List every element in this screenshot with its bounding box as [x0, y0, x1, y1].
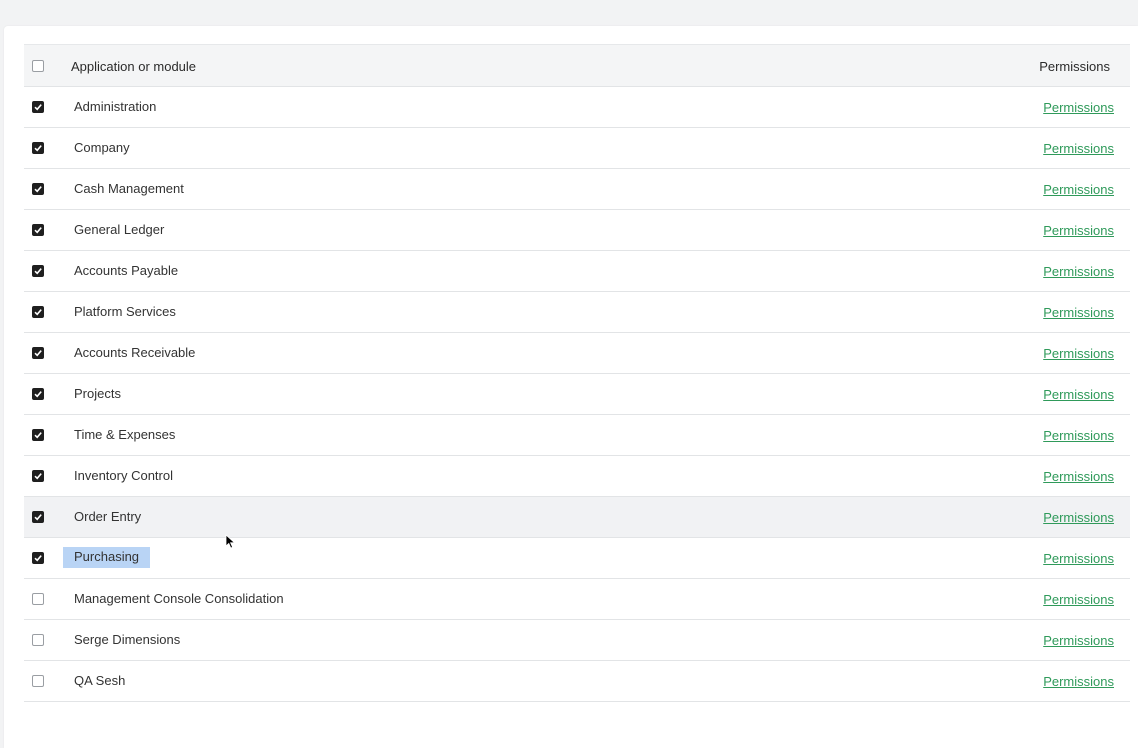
select-all-checkbox[interactable] — [32, 60, 44, 72]
permissions-link[interactable]: Permissions — [1043, 428, 1114, 443]
module-name: Inventory Control — [74, 468, 173, 483]
row-checkbox[interactable] — [32, 634, 44, 646]
table-row: Administration Permissions — [24, 87, 1130, 128]
row-checkbox[interactable] — [32, 347, 44, 359]
row-checkbox[interactable] — [32, 224, 44, 236]
row-checkbox[interactable] — [32, 142, 44, 154]
permissions-link[interactable]: Permissions — [1043, 346, 1114, 361]
row-checkbox[interactable] — [32, 429, 44, 441]
table-row: Cash Management Permissions — [24, 169, 1130, 210]
row-checkbox[interactable] — [32, 470, 44, 482]
mouse-cursor-icon — [225, 534, 236, 549]
module-name: Time & Expenses — [74, 427, 176, 442]
permissions-link[interactable]: Permissions — [1043, 633, 1114, 648]
module-name: Order Entry — [74, 509, 142, 524]
module-name: Accounts Receivable — [74, 345, 196, 360]
permissions-link[interactable]: Permissions — [1043, 223, 1114, 238]
row-checkbox[interactable] — [32, 183, 44, 195]
permissions-link[interactable]: Permissions — [1043, 387, 1114, 402]
module-name: General Ledger — [74, 222, 165, 237]
permissions-link[interactable]: Permissions — [1043, 182, 1114, 197]
row-checkbox[interactable] — [32, 552, 44, 564]
table-row: Company Permissions — [24, 128, 1130, 169]
table-row: QA Sesh Permissions — [24, 661, 1130, 702]
module-name: Platform Services — [74, 304, 176, 319]
permissions-link[interactable]: Permissions — [1043, 264, 1114, 279]
modules-table: Application or module Permissions Admini… — [24, 44, 1130, 702]
table-row: Time & Expenses Permissions — [24, 415, 1130, 456]
module-name: Administration — [74, 99, 157, 114]
permissions-panel: Application or module Permissions Admini… — [4, 26, 1138, 748]
module-name: Cash Management — [74, 181, 184, 196]
table-row: Accounts Payable Permissions — [24, 251, 1130, 292]
permissions-link[interactable]: Permissions — [1043, 305, 1114, 320]
permissions-link[interactable]: Permissions — [1043, 469, 1114, 484]
module-name: Projects — [74, 386, 121, 401]
table-row: Serge Dimensions Permissions — [24, 620, 1130, 661]
table-row: General Ledger Permissions — [24, 210, 1130, 251]
row-checkbox[interactable] — [32, 593, 44, 605]
row-checkbox[interactable] — [32, 675, 44, 687]
row-checkbox[interactable] — [32, 388, 44, 400]
row-checkbox[interactable] — [32, 306, 44, 318]
permissions-link[interactable]: Permissions — [1043, 100, 1114, 115]
row-checkbox[interactable] — [32, 511, 44, 523]
row-checkbox[interactable] — [32, 265, 44, 277]
table-row: Accounts Receivable Permissions — [24, 333, 1130, 374]
table-row: Platform Services Permissions — [24, 292, 1130, 333]
table-header: Application or module Permissions — [24, 44, 1130, 87]
table-row: Projects Permissions — [24, 374, 1130, 415]
module-name: Company — [74, 140, 130, 155]
module-name-selected: Purchasing — [63, 547, 151, 568]
permissions-link[interactable]: Permissions — [1043, 551, 1114, 566]
table-row: Purchasing Permissions — [24, 538, 1130, 579]
table-row: Management Console Consolidation Permiss… — [24, 579, 1130, 620]
column-header-application: Application or module — [71, 59, 197, 74]
module-name: Management Console Consolidation — [74, 591, 284, 606]
row-checkbox[interactable] — [32, 101, 44, 113]
permissions-link[interactable]: Permissions — [1043, 592, 1114, 607]
module-name: QA Sesh — [74, 673, 126, 688]
permissions-link[interactable]: Permissions — [1043, 141, 1114, 156]
table-row: Order Entry Permissions — [24, 497, 1130, 538]
table-row: Inventory Control Permissions — [24, 456, 1130, 497]
module-name: Accounts Payable — [74, 263, 179, 278]
module-name: Serge Dimensions — [74, 632, 181, 647]
permissions-link[interactable]: Permissions — [1043, 510, 1114, 525]
permissions-link[interactable]: Permissions — [1043, 674, 1114, 689]
column-header-permissions: Permissions — [1039, 59, 1110, 74]
